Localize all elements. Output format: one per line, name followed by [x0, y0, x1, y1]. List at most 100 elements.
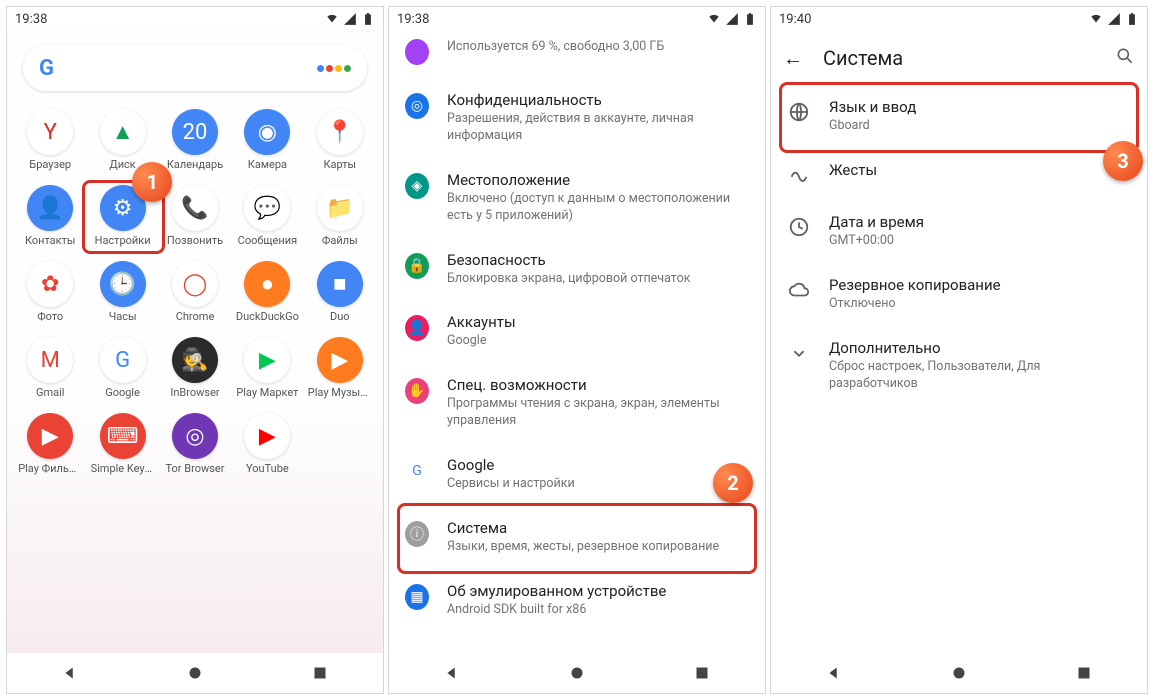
search-icon[interactable]: [1115, 46, 1135, 71]
app-label: Simple Keyboard: [91, 462, 155, 475]
app-icon: G: [100, 337, 146, 383]
app-label: DuckDuckGo: [236, 310, 299, 323]
step-marker-3: 3: [1103, 141, 1143, 181]
signal-icon: [725, 12, 739, 26]
app-часы[interactable]: 🕒Часы: [87, 261, 157, 323]
app-label: Play Маркет: [236, 386, 298, 399]
settings-item[interactable]: 👤АккаунтыGoogle: [389, 300, 765, 363]
app-icon: M: [27, 337, 73, 383]
system-item-title: Дата и время: [829, 213, 1129, 231]
system-item-subtitle: GMT+00:00: [829, 233, 1129, 250]
status-icons: [707, 12, 757, 26]
system-item-subtitle: Сброс настроек, Пользователи, Для разраб…: [829, 359, 1129, 393]
nav-home-button[interactable]: [948, 662, 970, 684]
app-label: Gmail: [36, 386, 64, 399]
settings-item[interactable]: Используется 69 %, свободно 3,00 ГБ: [389, 31, 765, 78]
back-button[interactable]: ←: [783, 46, 803, 71]
app-chrome[interactable]: ◯Chrome: [160, 261, 230, 323]
settings-item-icon: ✋: [405, 378, 429, 404]
app-icon: ▶: [244, 337, 290, 383]
settings-item-subtitle: Программы чтения с экрана, экран, элемен…: [447, 396, 747, 430]
system-item[interactable]: Язык и вводGboard: [771, 85, 1147, 148]
settings-item-icon: 👤: [405, 315, 429, 341]
app-карты[interactable]: 📍 Карты: [305, 109, 375, 171]
settings-item[interactable]: GGoogleСервисы и настройки: [389, 443, 765, 506]
app-play музыка[interactable]: ▶Play Музыка: [305, 337, 375, 399]
settings-item-title: Местоположение: [447, 171, 747, 189]
app-simple keyboard[interactable]: ⌨Simple Keyboard: [87, 413, 157, 475]
settings-item-icon: 🔒: [405, 253, 429, 279]
screen-settings-root: 19:38 Используется 69 %, свободно 3,00 Г…: [388, 6, 766, 694]
app-календарь[interactable]: 20 Календарь: [160, 109, 230, 171]
app-google[interactable]: GGoogle: [87, 337, 157, 399]
app-youtube[interactable]: ▶YouTube: [232, 413, 302, 475]
app-tor browser[interactable]: ◎Tor Browser: [160, 413, 230, 475]
app-icon: ●: [244, 261, 290, 307]
settings-item[interactable]: ◎КонфиденциальностьРазрешения, действия …: [389, 78, 765, 158]
wifi-icon: [707, 12, 721, 26]
app-позвонить[interactable]: 📞Позвонить: [160, 185, 230, 247]
nav-recent-button[interactable]: [309, 662, 331, 684]
settings-item[interactable]: 🔒БезопасностьБлокировка экрана, цифровой…: [389, 238, 765, 301]
assistant-icon[interactable]: [317, 65, 351, 72]
nav-recent-button[interactable]: [691, 662, 713, 684]
app-фото[interactable]: ✿Фото: [15, 261, 85, 323]
settings-item-title: Об эмулированном устройстве: [447, 582, 747, 600]
app-duckduckgo[interactable]: ● DuckDuckGo: [232, 261, 302, 323]
app-duo[interactable]: ■Duo: [305, 261, 375, 323]
nav-home-button[interactable]: [184, 662, 206, 684]
app-icon: 📍: [317, 109, 363, 155]
app-icon: 📁: [317, 185, 363, 231]
nav-recent-button[interactable]: [1073, 662, 1095, 684]
step-marker-2: 2: [713, 463, 753, 503]
system-item[interactable]: Резервное копированиеОтключено: [771, 263, 1147, 326]
app-icon: ▲: [100, 109, 146, 155]
app-label: Файлы: [322, 234, 358, 247]
app-label: Календарь: [167, 158, 223, 171]
system-item[interactable]: Дополнительно Сброс настроек, Пользовател…: [771, 326, 1147, 406]
nav-back-button[interactable]: [823, 662, 845, 684]
settings-item[interactable]: ✋Спец. возможностиПрограммы чтения с экр…: [389, 363, 765, 443]
settings-item[interactable]: ⓘСистемаЯзыки, время, жесты, резервное к…: [389, 506, 765, 569]
app-label: Камера: [248, 158, 287, 171]
app-сообщения[interactable]: 💬Сообщения: [232, 185, 302, 247]
app-label: Duo: [330, 310, 350, 323]
settings-item-title: Безопасность: [447, 251, 747, 269]
battery-icon: [361, 12, 375, 26]
nav-back-button[interactable]: [59, 662, 81, 684]
app-label: Chrome: [176, 310, 215, 323]
app-контакты[interactable]: 👤Контакты: [15, 185, 85, 247]
app-файлы[interactable]: 📁 Файлы: [305, 185, 375, 247]
nav-bar: [389, 653, 765, 693]
app-gmail[interactable]: M Gmail: [15, 337, 85, 399]
nav-home-button[interactable]: [566, 662, 588, 684]
status-bar: 19:38: [7, 7, 383, 31]
status-icons: [325, 12, 375, 26]
app-icon: Y: [27, 109, 73, 155]
system-item[interactable]: Дата и время GMT+00:00: [771, 200, 1147, 263]
app-label: Tor Browser: [165, 462, 224, 475]
signal-icon: [1107, 12, 1121, 26]
app-label: YouTube: [246, 462, 289, 475]
app-icon: 20: [172, 109, 218, 155]
google-search-bar[interactable]: G: [23, 45, 367, 91]
app-label: Часы: [109, 310, 137, 323]
system-item[interactable]: Жесты: [771, 148, 1147, 200]
wifi-icon: [1089, 12, 1103, 26]
screen-launcher: 19:38 G YБраузер▲Диск20Календарь◉Камера📍…: [6, 6, 384, 694]
system-item-title: Язык и ввод: [829, 98, 1129, 116]
settings-item[interactable]: ◈МестоположениеВключено (доступ к данным…: [389, 158, 765, 238]
app-label: Play Фильмы: [18, 462, 82, 475]
app-label: Карты: [323, 158, 356, 171]
app-play маркет[interactable]: ▶ Play Маркет: [232, 337, 302, 399]
settings-item-subtitle: Используется 69 %, свободно 3,00 ГБ: [447, 39, 747, 56]
app-play фильмы[interactable]: ▶Play Фильмы: [15, 413, 85, 475]
app-браузер[interactable]: YБраузер: [15, 109, 85, 171]
app-inbrowser[interactable]: 🕵InBrowser: [160, 337, 230, 399]
system-item-title: Дополнительно: [829, 339, 1129, 357]
app-label: Настройки: [95, 234, 151, 247]
app-камера[interactable]: ◉Камера: [232, 109, 302, 171]
settings-item[interactable]: ▦Об эмулированном устройствеAndroid SDK …: [389, 569, 765, 632]
nav-back-button[interactable]: [441, 662, 463, 684]
settings-item-subtitle: Включено (доступ к данным о местоположен…: [447, 191, 747, 225]
